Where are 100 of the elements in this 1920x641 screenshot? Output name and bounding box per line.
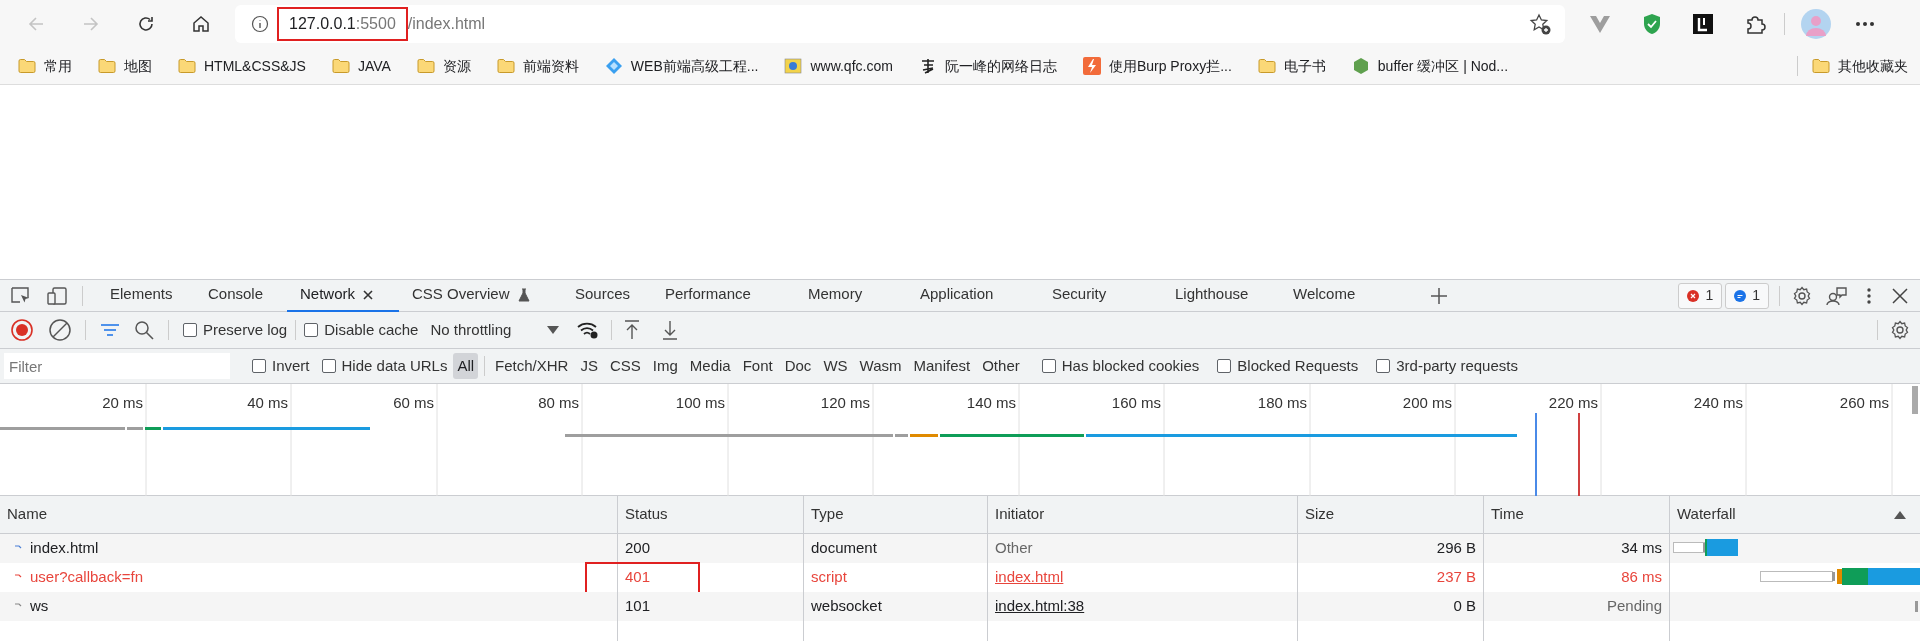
type-filter-button[interactable]: Wasm	[855, 353, 906, 379]
checkbox-label[interactable]: Preserve log	[203, 318, 288, 342]
more-icon[interactable]	[1855, 21, 1875, 27]
inspect-icon[interactable]	[10, 285, 32, 306]
diamond-icon	[604, 57, 623, 75]
filter-icon[interactable]	[100, 323, 120, 337]
devtools-tab[interactable]: Console	[195, 279, 287, 312]
checkbox-label[interactable]: Hide data URLs	[341, 354, 448, 378]
column-header[interactable]: Status	[618, 496, 804, 533]
wifi-settings-icon[interactable]	[577, 321, 600, 339]
type-filter-button[interactable]: Fetch/XHR	[491, 353, 573, 379]
devtools-tab[interactable]: Security	[1039, 279, 1162, 312]
column-header[interactable]: Time	[1484, 496, 1670, 533]
checkbox-label[interactable]: 3rd-party requests	[1396, 354, 1518, 378]
reload-icon[interactable]	[136, 14, 156, 34]
type-filter-button[interactable]: Img	[648, 353, 682, 379]
type-filter-button[interactable]: Doc	[780, 353, 816, 379]
checkbox[interactable]	[183, 323, 197, 337]
checkbox[interactable]	[1217, 359, 1232, 373]
bookmark-folder[interactable]: 其他收藏夹	[1812, 55, 1908, 77]
bookmark[interactable]: 前端资料	[496, 55, 579, 77]
checkbox-label[interactable]: Disable cache	[324, 318, 419, 342]
type-filter-button[interactable]: CSS	[605, 353, 645, 379]
add-tab-icon[interactable]	[1430, 286, 1448, 305]
shield-icon[interactable]	[1642, 13, 1662, 35]
message-count-button[interactable]: 1	[1725, 282, 1769, 309]
address-bar[interactable]: 127.0.0.1:5500 /index.html	[235, 5, 1565, 43]
request-name[interactable]: index.html	[30, 537, 99, 560]
bookmark[interactable]: buffer 缓冲区 | Nod...	[1351, 55, 1509, 77]
type-filter-button[interactable]: All	[453, 353, 479, 379]
filter-input[interactable]: Filter	[4, 353, 230, 379]
type-filter-button[interactable]: Manifest	[909, 353, 975, 379]
bookmark[interactable]: HTML&CSS&JS	[178, 55, 306, 77]
bookmark[interactable]: www.qfc.com	[784, 55, 893, 77]
devtools-tab[interactable]: Lighthouse	[1162, 279, 1280, 312]
bookmark[interactable]: JAVA	[331, 55, 391, 77]
bookmark[interactable]: 资源	[416, 55, 471, 77]
request-name[interactable]: ws	[30, 595, 49, 618]
bookmark[interactable]: 常用	[18, 55, 72, 77]
bookmark[interactable]: 地图	[98, 55, 152, 77]
checkbox-label[interactable]: Invert	[272, 354, 310, 378]
device-icon[interactable]	[46, 285, 68, 306]
l-logo-icon[interactable]	[1693, 14, 1713, 34]
add-favorite-icon[interactable]	[1529, 13, 1551, 35]
request-name[interactable]: user?callback=fn	[30, 566, 143, 589]
column-header[interactable]: Initiator	[988, 496, 1298, 533]
error-count-button[interactable]: 1	[1678, 282, 1723, 309]
checkbox-label[interactable]: Has blocked cookies	[1061, 354, 1200, 378]
time-tick: 20 ms	[102, 393, 143, 413]
waterfall-bar	[1915, 601, 1918, 612]
record-icon[interactable]	[11, 319, 33, 341]
puzzle-icon[interactable]	[1744, 13, 1766, 35]
devtools-tab[interactable]: CSS Overview	[399, 279, 562, 312]
checkbox[interactable]	[321, 359, 336, 373]
checkbox[interactable]	[304, 323, 319, 337]
close-icon[interactable]	[363, 289, 373, 300]
table-row[interactable]: index.html 200 document Other 296 B 34 ms	[0, 534, 1920, 563]
devtools-tab[interactable]: Memory	[795, 279, 907, 312]
settings-icon[interactable]	[1792, 285, 1812, 306]
devtools-tab[interactable]: Sources	[562, 279, 652, 312]
type-filter-button[interactable]: Font	[738, 353, 777, 379]
checkbox[interactable]	[252, 359, 266, 373]
checkbox[interactable]	[1041, 359, 1056, 373]
status-code: 200	[625, 538, 651, 559]
column-header[interactable]: Waterfall	[1670, 496, 1920, 533]
column-header[interactable]: Size	[1298, 496, 1484, 533]
checkbox-label[interactable]: Blocked Requests	[1237, 354, 1359, 378]
devtools-tab[interactable]: Application	[907, 279, 1039, 312]
type-filter-button[interactable]: JS	[576, 353, 602, 379]
column-header[interactable]: Name	[0, 496, 618, 533]
scrollbar-thumb[interactable]	[1912, 386, 1918, 414]
upload-icon[interactable]	[624, 320, 641, 340]
type-filter-button[interactable]: Other	[978, 353, 1024, 379]
devtools-tab[interactable]: Elements	[97, 279, 195, 312]
settings-icon[interactable]	[1890, 320, 1910, 340]
table-row[interactable]: ws 101 websocket index.html:38 0 B Pending	[0, 592, 1920, 621]
column-header[interactable]: Type	[804, 496, 988, 533]
initiator-link[interactable]: index.html	[995, 566, 1064, 589]
feedback-icon[interactable]	[1826, 285, 1848, 306]
bookmark[interactable]: 使用Burp Proxy拦...	[1082, 55, 1232, 77]
time-tick: 100 ms	[675, 393, 725, 413]
close-icon[interactable]	[1892, 287, 1908, 304]
checkbox[interactable]	[1376, 359, 1391, 373]
download-icon[interactable]	[662, 320, 679, 340]
info-icon[interactable]	[251, 15, 269, 33]
throttling-dropdown[interactable]: No throttling	[430, 318, 560, 342]
devtools-tab[interactable]: Performance	[652, 279, 795, 312]
bookmark[interactable]: WEB前端高级工程...	[604, 55, 759, 77]
message-icon	[1734, 289, 1747, 302]
home-icon[interactable]	[191, 14, 211, 34]
search-icon[interactable]	[134, 320, 154, 340]
time-tick: 140 ms	[966, 393, 1016, 413]
bookmark[interactable]: 电子书	[1257, 55, 1326, 77]
more-vertical-icon[interactable]	[1866, 286, 1872, 305]
clear-icon[interactable]	[49, 319, 71, 341]
devtools-tab[interactable]: Welcome	[1280, 279, 1400, 312]
bookmark[interactable]: 阮一峰的网络日志	[918, 55, 1057, 77]
type-filter-button[interactable]: Media	[685, 353, 735, 379]
type-filter-button[interactable]: WS	[819, 353, 852, 379]
initiator-link[interactable]: index.html:38	[995, 595, 1085, 618]
